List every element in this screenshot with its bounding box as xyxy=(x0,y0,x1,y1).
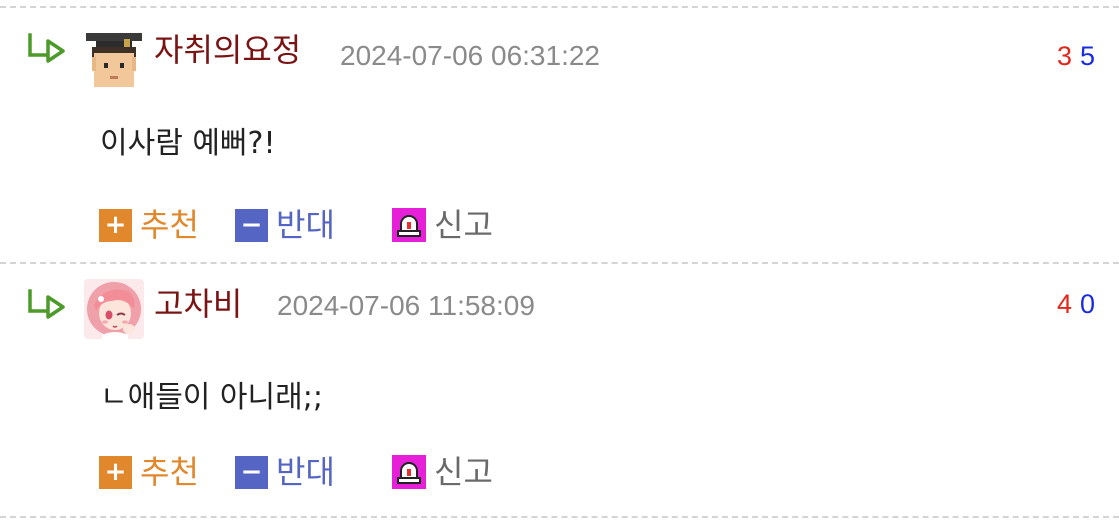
graduate-pixel-avatar-icon[interactable] xyxy=(84,31,144,91)
comment-text: ㄴ애들이 아니래;; xyxy=(100,380,323,415)
downvote-count: 5 xyxy=(1079,41,1095,71)
report-label: 신고 xyxy=(434,206,493,244)
timestamp: 2024-07-06 06:31:22 xyxy=(340,40,600,71)
downvote-button[interactable]: − 반대 xyxy=(235,203,335,247)
plus-icon: + xyxy=(99,208,132,242)
upvote-button[interactable]: + 추천 xyxy=(99,203,199,247)
comment-text: 이사람 예뻐?! xyxy=(100,126,276,161)
vote-counts: 35 xyxy=(1057,36,1095,76)
comment-divider xyxy=(0,516,1119,518)
siren-icon xyxy=(392,208,426,242)
report-button[interactable]: 신고 xyxy=(392,450,493,494)
reply-arrow-icon xyxy=(28,33,65,63)
plus-icon: + xyxy=(99,455,132,489)
report-button[interactable]: 신고 xyxy=(392,203,493,247)
vote-counts: 40 xyxy=(1057,284,1095,324)
upvote-label: 추천 xyxy=(140,453,199,491)
minus-icon: − xyxy=(235,455,268,489)
comment-item: 자취의요정 2024-07-06 06:31:22 35 이사람 예뻐?! + … xyxy=(0,8,1119,263)
comment-item: 고차비 2024-07-06 11:58:09 40 ㄴ애들이 아니래;; + … xyxy=(0,264,1119,519)
reply-arrow-icon xyxy=(28,289,65,319)
pink-hair-girl-avatar-icon[interactable] xyxy=(84,279,144,339)
downvote-button[interactable]: − 반대 xyxy=(235,450,335,494)
report-label: 신고 xyxy=(434,453,493,491)
minus-icon: − xyxy=(235,208,268,242)
nickname[interactable]: 자취의요정 xyxy=(154,30,301,70)
siren-icon xyxy=(392,455,426,489)
downvote-label: 반대 xyxy=(276,453,335,491)
downvote-count: 0 xyxy=(1079,289,1095,319)
downvote-label: 반대 xyxy=(276,206,335,244)
upvote-count: 4 xyxy=(1056,289,1072,319)
nickname[interactable]: 고차비 xyxy=(154,284,242,324)
comment-actions: + 추천 − 반대 신고 xyxy=(0,203,600,247)
timestamp: 2024-07-06 11:58:09 xyxy=(277,290,535,321)
upvote-button[interactable]: + 추천 xyxy=(99,450,199,494)
upvote-label: 추천 xyxy=(140,206,199,244)
upvote-count: 3 xyxy=(1056,41,1072,71)
comment-actions: + 추천 − 반대 신고 xyxy=(0,450,600,494)
